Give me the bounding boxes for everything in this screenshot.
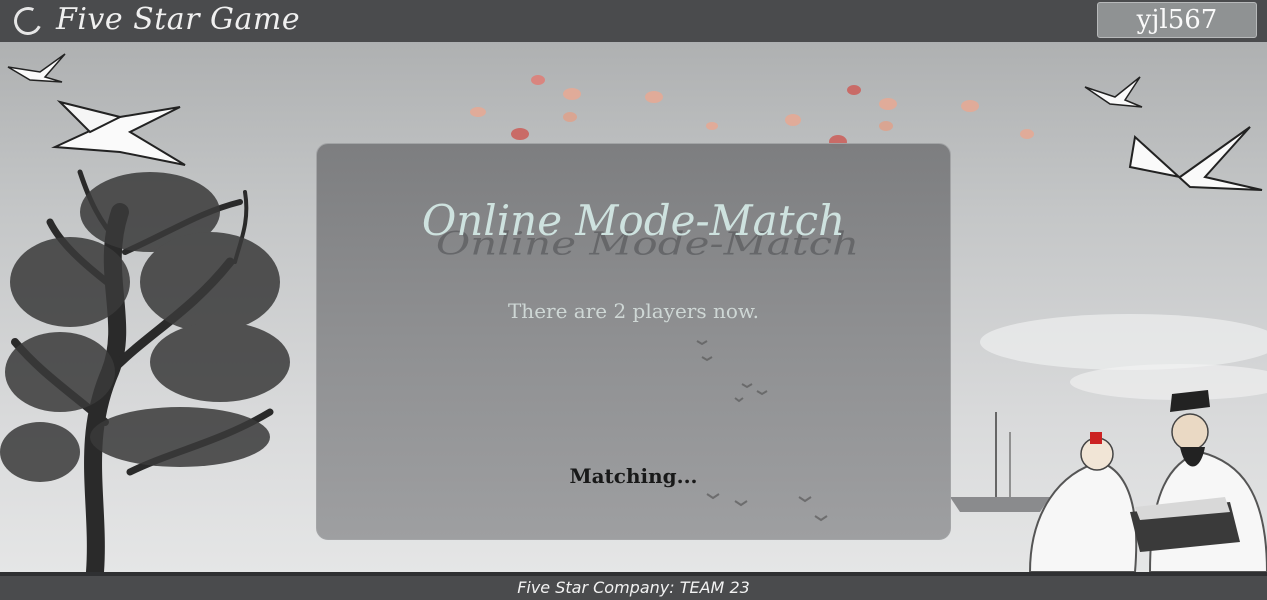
footer-bar: Five Star Company: TEAM 23 — [0, 572, 1267, 600]
petals-decoration — [470, 75, 1034, 149]
crane-icon — [1084, 76, 1143, 108]
footer-credit: Five Star Company: TEAM 23 — [517, 578, 750, 597]
username-button[interactable]: yjl567 — [1097, 2, 1257, 38]
crane-icon — [7, 53, 66, 83]
crane-icon — [51, 100, 186, 166]
match-panel: Online Mode-Match Online Mode-Match Ther… — [316, 143, 951, 540]
ink-painting-background: Online Mode-Match Online Mode-Match Ther… — [0, 42, 1267, 572]
crane-icon — [1128, 126, 1263, 191]
top-bar: Five Star Game yjl567 — [0, 0, 1267, 42]
matching-status: Matching... — [569, 464, 698, 488]
boat-illustration — [950, 412, 1050, 512]
app-title: Five Star Game — [56, 2, 301, 37]
logo-icon — [10, 3, 46, 39]
players-illustration — [1028, 390, 1267, 572]
